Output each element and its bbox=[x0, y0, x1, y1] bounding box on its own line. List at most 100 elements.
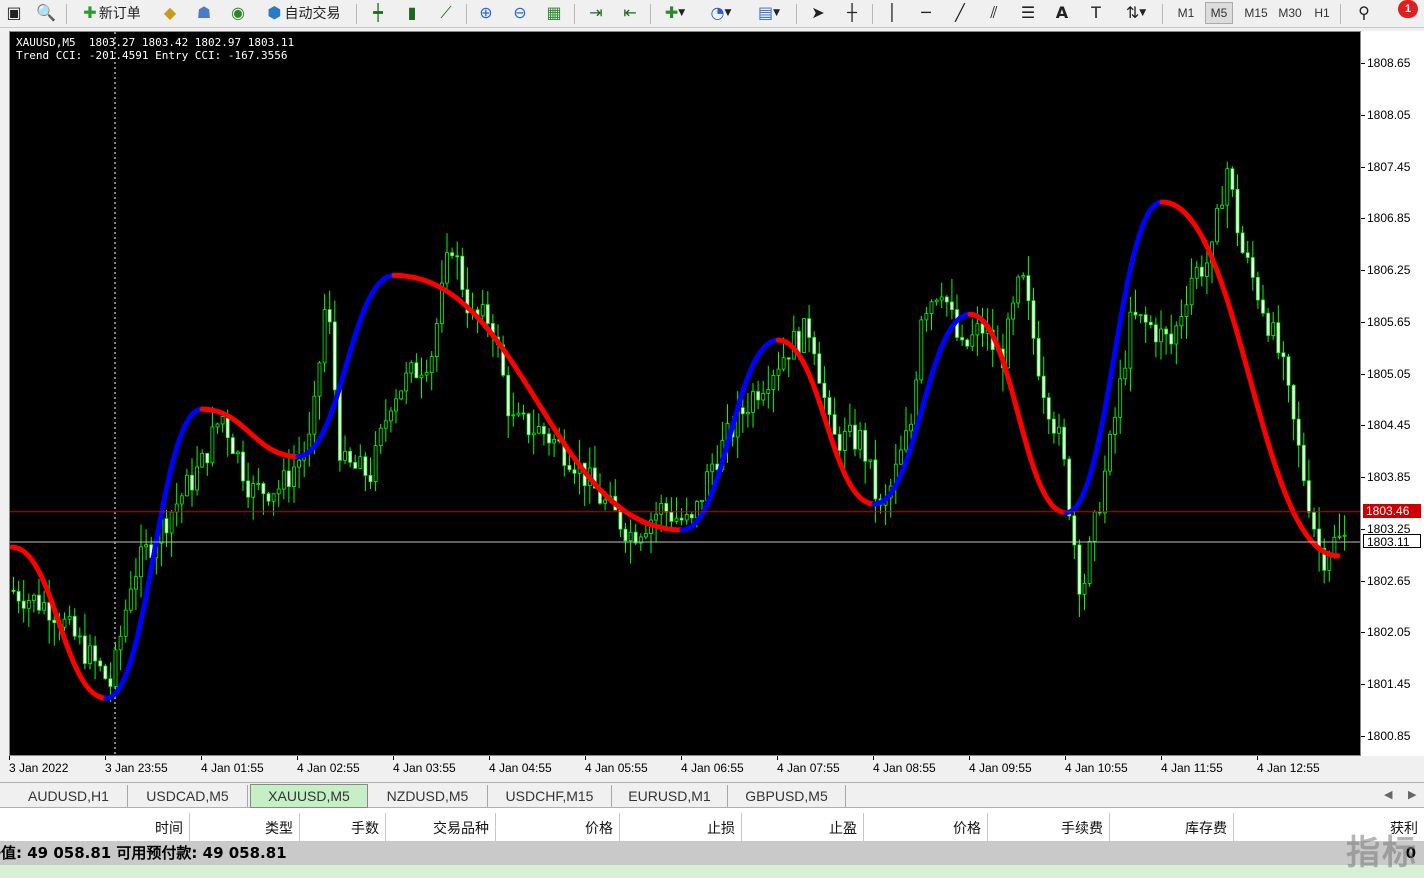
column-commission[interactable]: 手续费 bbox=[988, 813, 1110, 843]
fibonacci-icon[interactable]: ☰ bbox=[1016, 2, 1040, 24]
timeframe-m5[interactable]: M5 bbox=[1205, 2, 1233, 24]
candle bbox=[1215, 204, 1219, 245]
gold-icon[interactable]: ◆ bbox=[158, 2, 182, 24]
tab-scroll-right-icon[interactable]: ▶ bbox=[1408, 788, 1416, 801]
column-swap[interactable]: 库存费 bbox=[1110, 813, 1234, 843]
candle bbox=[705, 463, 709, 502]
bar-chart-icon[interactable]: ┿ bbox=[366, 2, 390, 24]
timeframe-m30[interactable]: M30 bbox=[1274, 2, 1306, 24]
time-tick-mark bbox=[681, 756, 682, 760]
column-current-price[interactable]: 价格 bbox=[864, 813, 988, 843]
time-axis[interactable]: 3 Jan 2022 3 Jan 23:55 4 Jan 01:55 4 Jan 02… bbox=[9, 756, 1361, 780]
candle bbox=[1276, 305, 1281, 360]
tab-eurusd-m1[interactable]: EURUSD,M1 bbox=[612, 785, 728, 807]
trendline-icon[interactable]: ╱ bbox=[948, 2, 972, 24]
column-tp[interactable]: 止盈 bbox=[742, 813, 864, 843]
window-icon[interactable]: ▣ bbox=[2, 2, 26, 24]
zoom-chart-icon[interactable]: 🔍 bbox=[34, 2, 58, 24]
candle bbox=[72, 608, 77, 640]
candle bbox=[210, 406, 215, 467]
candle bbox=[776, 351, 781, 391]
timeframe-m15[interactable]: M15 bbox=[1240, 2, 1272, 24]
auto-trade-button[interactable]: ⬢ 自动交易 bbox=[258, 2, 350, 24]
candle bbox=[1184, 285, 1189, 339]
candle bbox=[1031, 287, 1036, 355]
tab-usdcad-m5[interactable]: USDCAD,M5 bbox=[128, 785, 248, 807]
horizontal-line-icon[interactable]: ─ bbox=[914, 2, 938, 24]
vertical-line-icon[interactable]: │ bbox=[880, 2, 904, 24]
candle bbox=[67, 605, 72, 625]
timeframe-m1[interactable]: M1 bbox=[1172, 2, 1200, 24]
candle bbox=[858, 422, 862, 459]
column-price[interactable]: 价格 bbox=[496, 813, 620, 843]
line-chart-icon[interactable]: ⟋ bbox=[434, 2, 458, 24]
ask-price-label: 1803.46 bbox=[1363, 503, 1421, 518]
candle bbox=[21, 579, 26, 623]
new-order-button[interactable]: ✚ 新订单 bbox=[76, 2, 148, 24]
candle bbox=[1307, 459, 1311, 518]
search-icon[interactable]: ⚲ bbox=[1352, 2, 1376, 24]
auto-trade-label: 自动交易 bbox=[284, 6, 341, 22]
tab-xauusd-m5[interactable]: XAUUSD,M5 bbox=[250, 784, 368, 808]
chart-area[interactable]: XAUUSD,M5 1803.27 1803.42 1802.97 1803.1… bbox=[9, 31, 1361, 756]
time-tick-mark bbox=[9, 756, 10, 760]
autoscroll-icon[interactable]: ⇤ bbox=[618, 2, 642, 24]
candle bbox=[1225, 161, 1230, 229]
text-icon[interactable]: A bbox=[1050, 2, 1074, 24]
candle bbox=[1286, 353, 1291, 403]
market-watch-icon[interactable]: ☗ bbox=[192, 2, 216, 24]
zoom-in-icon[interactable]: ⊕ bbox=[474, 2, 498, 24]
candle bbox=[235, 450, 240, 464]
tab-audusd-h1[interactable]: AUDUSD,H1 bbox=[10, 785, 128, 807]
zoom-out-icon[interactable]: ⊖ bbox=[508, 2, 532, 24]
column-sl[interactable]: 止损 bbox=[620, 813, 742, 843]
tab-usdchf-m15[interactable]: USDCHF,M15 bbox=[488, 785, 612, 807]
column-lots[interactable]: 手数 bbox=[300, 813, 386, 843]
chart-shift-icon[interactable]: ⇥ bbox=[584, 2, 608, 24]
candle bbox=[1118, 359, 1123, 435]
crosshair-icon[interactable]: ┼ bbox=[840, 2, 864, 24]
candle bbox=[465, 267, 470, 328]
periods-dropdown[interactable]: ◔ ▼ bbox=[704, 2, 738, 24]
candle bbox=[220, 415, 225, 433]
channel-icon[interactable]: ⫽ bbox=[982, 2, 1006, 24]
templates-dropdown[interactable]: ▤ ▼ bbox=[750, 2, 788, 24]
column-type[interactable]: 类型 bbox=[190, 813, 300, 843]
price-tick-mark bbox=[1361, 373, 1365, 375]
candle bbox=[751, 383, 755, 428]
candle bbox=[1250, 241, 1255, 291]
tab-gbpusd-m5[interactable]: GBPUSD,M5 bbox=[728, 785, 846, 807]
arrows-dropdown[interactable]: ⇅ ▼ bbox=[1118, 2, 1154, 24]
price-tick-label: 1804.45 bbox=[1367, 418, 1411, 433]
candle bbox=[786, 357, 791, 378]
candle bbox=[812, 331, 817, 366]
price-axis[interactable]: 1808.65 1808.05 1807.45 1806.85 1806.25 1805.… bbox=[1361, 31, 1424, 756]
candle bbox=[934, 298, 939, 306]
candle bbox=[353, 454, 358, 469]
signal-icon[interactable]: ◉ bbox=[226, 2, 250, 24]
candle bbox=[434, 318, 439, 372]
trend-line-down bbox=[775, 337, 877, 507]
timeframe-h1[interactable]: H1 bbox=[1308, 2, 1336, 24]
candle bbox=[674, 497, 679, 525]
candle bbox=[251, 475, 256, 520]
candle bbox=[302, 441, 307, 478]
notification-badge[interactable]: 1 bbox=[1398, 0, 1418, 18]
tile-windows-icon[interactable]: ▦ bbox=[542, 2, 566, 24]
candlestick-icon[interactable]: ▮ bbox=[400, 2, 424, 24]
cursor-icon[interactable]: ➤ bbox=[806, 2, 830, 24]
tab-scroll-left-icon[interactable]: ◀ bbox=[1384, 788, 1392, 801]
text-label-icon[interactable]: T bbox=[1084, 2, 1108, 24]
candle bbox=[1123, 350, 1128, 386]
tab-nzdusd-m5[interactable]: NZDUSD,M5 bbox=[368, 785, 488, 807]
candle bbox=[1046, 392, 1051, 435]
candle bbox=[128, 571, 133, 614]
candle bbox=[281, 458, 286, 500]
column-time[interactable]: 时间 bbox=[0, 813, 190, 843]
candle bbox=[531, 409, 536, 455]
candle bbox=[88, 634, 92, 670]
indicators-dropdown[interactable]: ✚ ▼ bbox=[658, 2, 692, 24]
candle bbox=[1266, 308, 1270, 343]
column-symbol[interactable]: 交易品种 bbox=[386, 813, 496, 843]
time-tick-mark bbox=[297, 756, 298, 760]
